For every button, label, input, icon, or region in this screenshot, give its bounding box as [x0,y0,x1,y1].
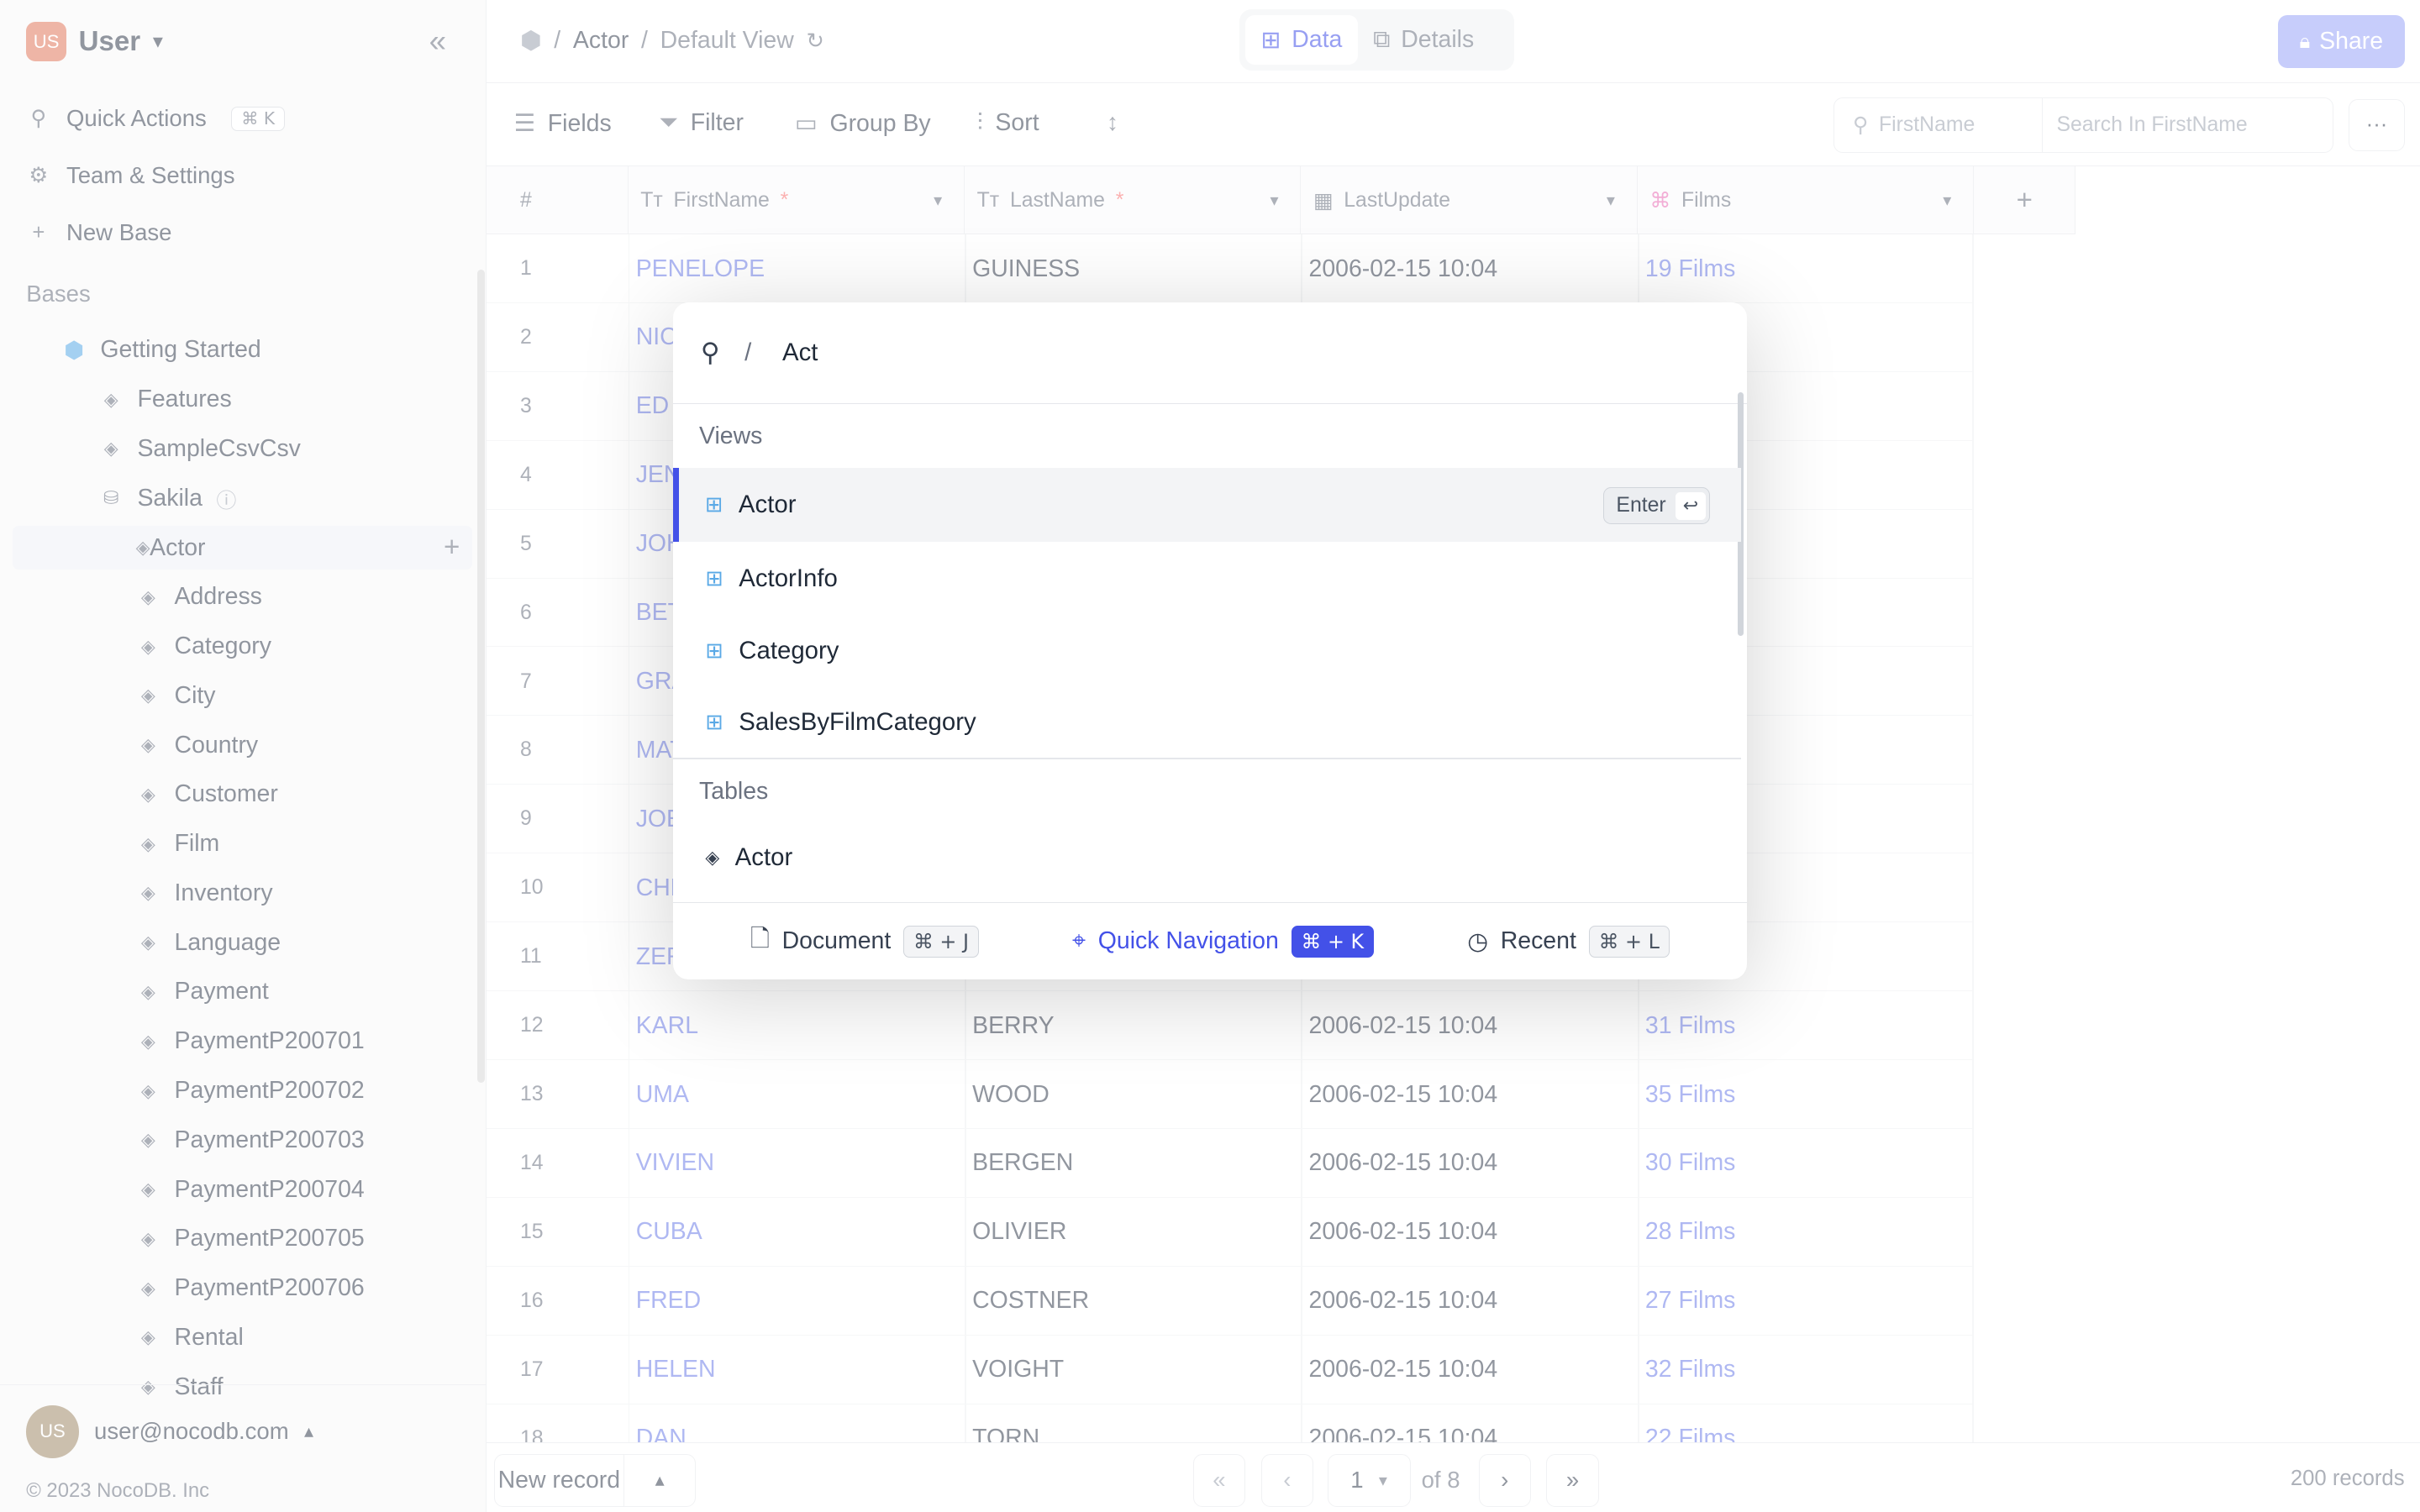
table-icon: ◈ [705,847,720,869]
option-view-category[interactable]: ⊞ Category [673,614,1741,688]
shortcut-badge: ⌘ + K [1291,926,1375,958]
views-group-label: Views [699,423,763,450]
enter-label: Enter [1616,494,1666,517]
grid-view-icon: ⊞ [705,639,723,664]
option-label: Actor [738,490,797,518]
mode-recent[interactable]: ◷ Recent ⌘ + L [1467,926,1670,958]
grid-view-icon: ⊞ [705,492,723,517]
location-pin-icon: ⌖ [1072,927,1086,955]
shortcut-badge: ⌘ + L [1588,926,1670,958]
grid-view-icon: ⊞ [705,710,723,734]
grid-view-icon: ⊞ [705,566,723,591]
palette-footer: 🗋︎ Document ⌘ + J ⌖ Quick Navigation ⌘ +… [672,902,1748,979]
option-label: SalesByFilmCategory [739,707,976,736]
divider [672,757,1741,759]
mode-quick-navigation[interactable]: ⌖ Quick Navigation ⌘ + K [1072,926,1375,958]
mode-label: Quick Navigation [1097,927,1279,955]
search-icon: ⚲ [700,338,720,368]
option-table-actor[interactable]: ◈ Actor [673,821,1741,895]
command-palette: ⚲ / Act Views ⊞ Actor Enter ↩ ⊞ ActorInf… [672,302,1748,980]
mode-label: Document [781,927,892,955]
scope-slash: / [744,339,752,367]
option-label: Category [739,637,839,665]
mode-document[interactable]: 🗋︎ Document ⌘ + J [750,921,980,962]
enter-hint: Enter ↩ [1602,487,1711,525]
shortcut-badge: ⌘ + J [902,926,980,958]
return-icon: ↩ [1675,491,1707,520]
document-icon: 🗋︎ [750,925,770,953]
clock-icon: ◷ [1467,927,1489,955]
command-input[interactable]: Act [782,339,818,367]
tables-group-label: Tables [699,777,769,805]
mode-label: Recent [1500,927,1576,955]
option-view-actor[interactable]: ⊞ Actor Enter ↩ [672,467,1741,542]
option-label: ActorInfo [739,564,838,592]
option-view-salesbyfilmcategory[interactable]: ⊞ SalesByFilmCategory [673,685,1741,759]
command-search: ⚲ / Act [672,302,1748,405]
option-view-actorinfo[interactable]: ⊞ ActorInfo [673,542,1741,616]
option-label: Actor [734,843,793,872]
